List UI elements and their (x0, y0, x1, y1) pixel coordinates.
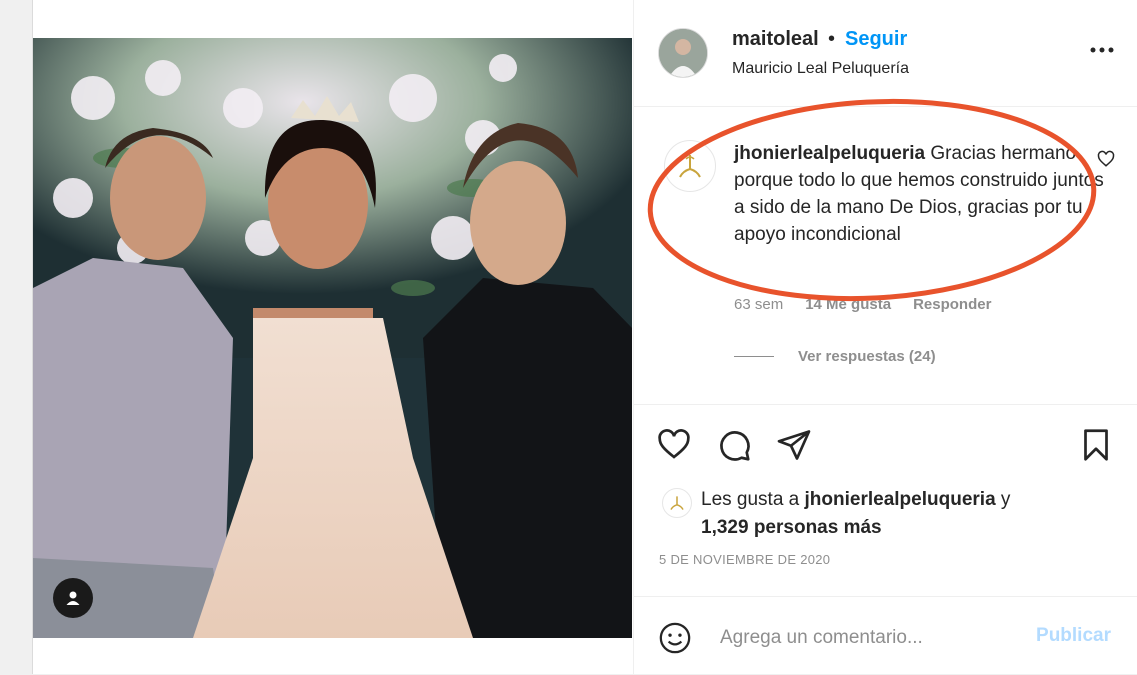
follow-button[interactable]: Seguir (845, 28, 907, 51)
comment-time[interactable]: 63 sem (734, 296, 783, 313)
tagged-users-button[interactable] (53, 578, 93, 618)
author-username[interactable]: maitoleal (732, 28, 819, 51)
comment-body: jhonierlealpeluqueria Gracias hermano po… (734, 140, 1104, 248)
publish-button[interactable]: Publicar (1036, 625, 1111, 647)
heart-icon (1097, 150, 1115, 167)
like-button[interactable] (656, 427, 692, 463)
salon-logo-icon (670, 496, 684, 510)
likes-user-link[interactable]: jhonierlealpeluqueria (805, 489, 996, 510)
save-button[interactable] (1078, 427, 1114, 463)
comment-meta: 63 sem 14 Me gusta Responder (734, 296, 991, 313)
more-options-button[interactable] (1087, 40, 1117, 60)
likes-summary: Les gusta a jhonierlealpeluqueria y 1,32… (701, 486, 1121, 542)
comment-like-button[interactable] (1097, 150, 1117, 170)
post-date[interactable]: 5 DE NOVIEMBRE DE 2020 (659, 552, 830, 567)
post-header: maitoleal • Seguir Mauricio Leal Peluque… (634, 0, 1137, 107)
heart-icon (658, 429, 690, 459)
view-replies-label: Ver respuestas (24) (798, 348, 936, 365)
replies-divider (734, 356, 774, 357)
comment-username[interactable]: jhonierlealpeluqueria (734, 143, 925, 164)
instagram-post: maitoleal • Seguir Mauricio Leal Peluque… (32, 0, 1137, 674)
photo-illustration (33, 38, 632, 638)
post-photo[interactable] (33, 38, 632, 638)
comment-icon (720, 431, 750, 461)
bookmark-icon (1084, 429, 1108, 461)
comment-button[interactable] (716, 427, 752, 463)
salon-logo-icon (679, 155, 701, 178)
post-side-panel: maitoleal • Seguir Mauricio Leal Peluque… (633, 0, 1137, 674)
likes-others-link[interactable]: 1,329 personas más (701, 517, 882, 538)
comment-composer: Publicar (634, 596, 1137, 675)
likes-prefix: Les gusta a (701, 489, 805, 510)
comment-avatar[interactable] (664, 140, 716, 192)
more-icon (1090, 47, 1114, 53)
liker-avatar[interactable] (662, 488, 692, 518)
post-location[interactable]: Mauricio Leal Peluquería (732, 60, 909, 78)
emoji-icon (659, 622, 691, 654)
comment-input[interactable] (718, 621, 1022, 655)
share-button[interactable] (776, 427, 812, 463)
view-replies-button[interactable]: Ver respuestas (24) (734, 348, 936, 365)
reply-button[interactable]: Responder (913, 296, 991, 313)
share-icon (777, 430, 811, 460)
comment-likes-count[interactable]: 14 Me gusta (805, 296, 891, 313)
post-actions (634, 404, 1137, 485)
emoji-button[interactable] (658, 621, 692, 655)
separator-dot: • (828, 28, 836, 50)
likes-conj: y (995, 489, 1011, 510)
author-avatar-photo (659, 29, 707, 77)
user-tag-icon (66, 591, 80, 605)
avatar[interactable] (658, 28, 708, 78)
